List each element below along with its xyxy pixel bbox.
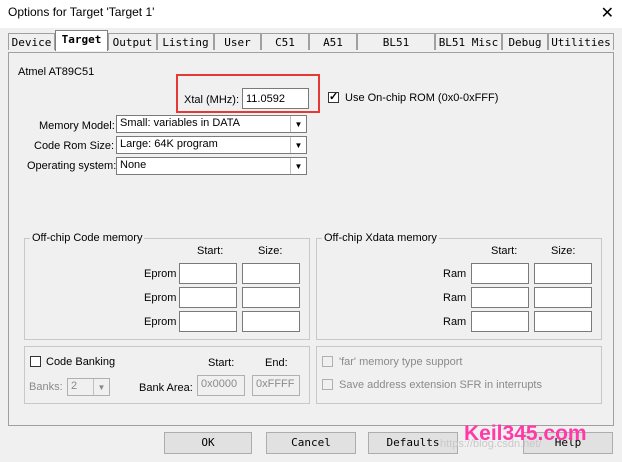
xdata-size-header: Size: <box>551 245 576 257</box>
ram-start-input[interactable] <box>471 287 529 308</box>
code-start-header: Start: <box>197 245 224 257</box>
ram-start-input[interactable] <box>471 263 529 284</box>
far-memory-checkbox[interactable] <box>322 356 333 367</box>
xdata-memory-title: Off-chip Xdata memory <box>322 232 439 244</box>
eprom-start-input[interactable] <box>179 263 237 284</box>
banks-label: Banks: <box>29 381 63 393</box>
far-memory-label: 'far' memory type support <box>339 356 463 368</box>
tab-listing[interactable]: Listing <box>157 33 214 50</box>
tab-c51[interactable]: C51 <box>261 33 309 50</box>
code-size-header: Size: <box>258 245 283 257</box>
ram-start-input[interactable] <box>471 311 529 332</box>
eprom-start-input[interactable] <box>179 311 237 332</box>
ram-size-input[interactable] <box>534 263 592 284</box>
eprom-label: Eprom <box>144 292 177 304</box>
operating-system-select[interactable]: None ▼ <box>116 157 307 175</box>
tab-target[interactable]: Target <box>55 30 108 51</box>
tab-bl51-misc[interactable]: BL51 Misc <box>435 33 502 50</box>
tab-device[interactable]: Device <box>8 33 55 50</box>
chevron-down-icon[interactable]: ▼ <box>290 116 306 132</box>
use-onchip-rom-checkbox[interactable] <box>328 90 339 103</box>
chevron-down-icon[interactable]: ▼ <box>290 137 306 153</box>
tab-a51[interactable]: A51 <box>309 33 357 50</box>
memory-options-group <box>316 346 602 404</box>
eprom-start-input[interactable] <box>179 287 237 308</box>
memory-model-select[interactable]: Small: variables in DATA ▼ <box>116 115 307 133</box>
tab-output[interactable]: Output <box>108 33 157 50</box>
ok-button[interactable]: OK <box>164 432 252 454</box>
tab-debug[interactable]: Debug <box>502 33 548 50</box>
xtal-label: Xtal (MHz): <box>184 94 239 106</box>
memory-model-value: Small: variables in DATA <box>120 117 241 129</box>
operating-system-value: None <box>120 159 147 171</box>
bank-area-label: Bank Area: <box>139 382 193 394</box>
ram-label: Ram <box>443 292 467 304</box>
code-memory-title: Off-chip Code memory <box>30 232 145 244</box>
code-rom-size-label: Code Rom Size: <box>34 140 115 152</box>
banks-value: 2 <box>71 380 78 392</box>
eprom-label: Eprom <box>144 268 177 280</box>
use-onchip-rom-label: Use On-chip ROM (0x0-0xFFF) <box>345 92 499 104</box>
tab-bl51-locate[interactable]: BL51 Locate <box>357 33 435 66</box>
bank-end-input[interactable]: 0xFFFF <box>252 375 300 396</box>
close-icon[interactable]: ✕ <box>601 3 614 23</box>
code-rom-size-value: Large: 64K program <box>120 138 218 150</box>
xdata-start-header: Start: <box>491 245 518 257</box>
code-banking-label: Code Banking <box>46 356 116 368</box>
tab-utilities[interactable]: Utilities <box>548 33 614 50</box>
chevron-down-icon[interactable]: ▼ <box>93 379 109 395</box>
xtal-input[interactable] <box>242 88 309 109</box>
site-watermark: Keil345.com <box>464 422 587 445</box>
save-sfr-label: Save address extension SFR in interrupts <box>339 379 542 391</box>
tab-user[interactable]: User <box>214 33 261 50</box>
bank-end-header: End: <box>265 357 288 369</box>
eprom-size-input[interactable] <box>242 263 300 284</box>
save-sfr-checkbox[interactable] <box>322 379 333 390</box>
eprom-size-input[interactable] <box>242 311 300 332</box>
cancel-button[interactable]: Cancel <box>266 432 356 454</box>
code-banking-checkbox[interactable] <box>30 356 41 367</box>
eprom-label: Eprom <box>144 316 177 328</box>
chevron-down-icon[interactable]: ▼ <box>290 158 306 174</box>
code-rom-size-select[interactable]: Large: 64K program ▼ <box>116 136 307 154</box>
window-title: Options for Target 'Target 1' <box>8 5 155 19</box>
memory-model-label: Memory Model: <box>39 120 115 132</box>
device-name: Atmel AT89C51 <box>18 66 95 78</box>
bank-start-header: Start: <box>208 357 235 369</box>
ram-label: Ram <box>443 268 467 280</box>
banks-select[interactable]: 2 ▼ <box>67 378 110 396</box>
bank-start-input[interactable]: 0x0000 <box>197 375 245 396</box>
ram-size-input[interactable] <box>534 287 592 308</box>
eprom-size-input[interactable] <box>242 287 300 308</box>
ram-label: Ram <box>443 316 467 328</box>
ram-size-input[interactable] <box>534 311 592 332</box>
operating-system-label: Operating system: <box>27 160 117 172</box>
